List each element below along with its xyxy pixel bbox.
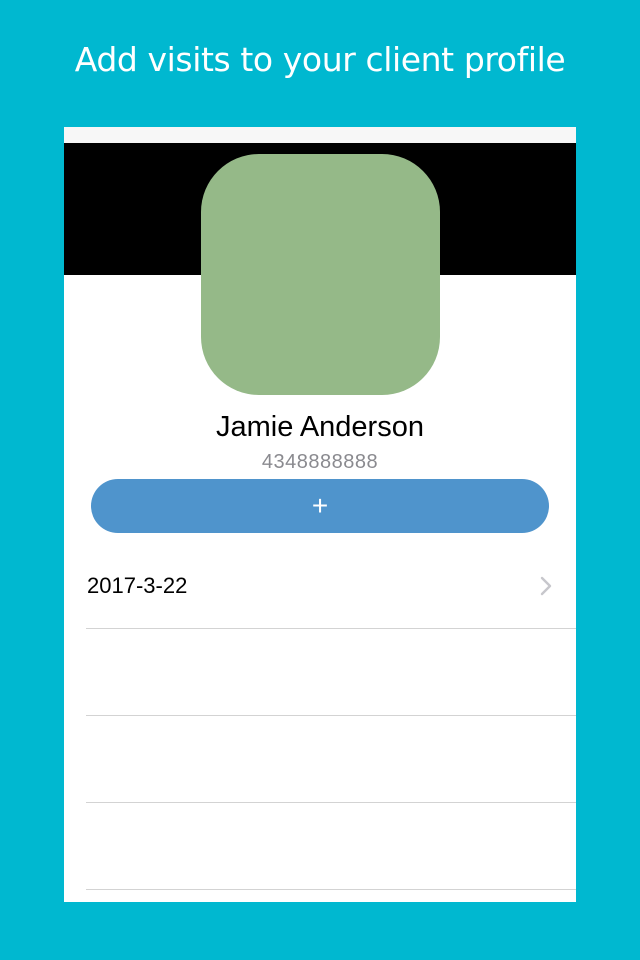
chevron-right-icon (540, 576, 552, 596)
client-name: Jamie Anderson (216, 411, 424, 443)
status-bar (64, 127, 576, 143)
add-visit-button[interactable]: + (91, 479, 549, 533)
promo-headline: Add visits to your client profile (74, 40, 566, 79)
visit-row[interactable] (86, 629, 576, 716)
phone-screen: Jamie Anderson 4348888888 + 2017-3-22 (64, 127, 576, 902)
visit-date: 2017-3-22 (87, 573, 188, 598)
screenshot-page: Add visits to your client profile Jamie … (0, 0, 640, 960)
client-avatar[interactable] (201, 154, 440, 395)
visit-list: 2017-3-22 (64, 542, 576, 890)
visit-row[interactable]: 2017-3-22 (86, 542, 576, 629)
visit-row[interactable] (86, 716, 576, 803)
visit-row[interactable] (86, 803, 576, 890)
client-phone-number: 4348888888 (261, 451, 379, 473)
